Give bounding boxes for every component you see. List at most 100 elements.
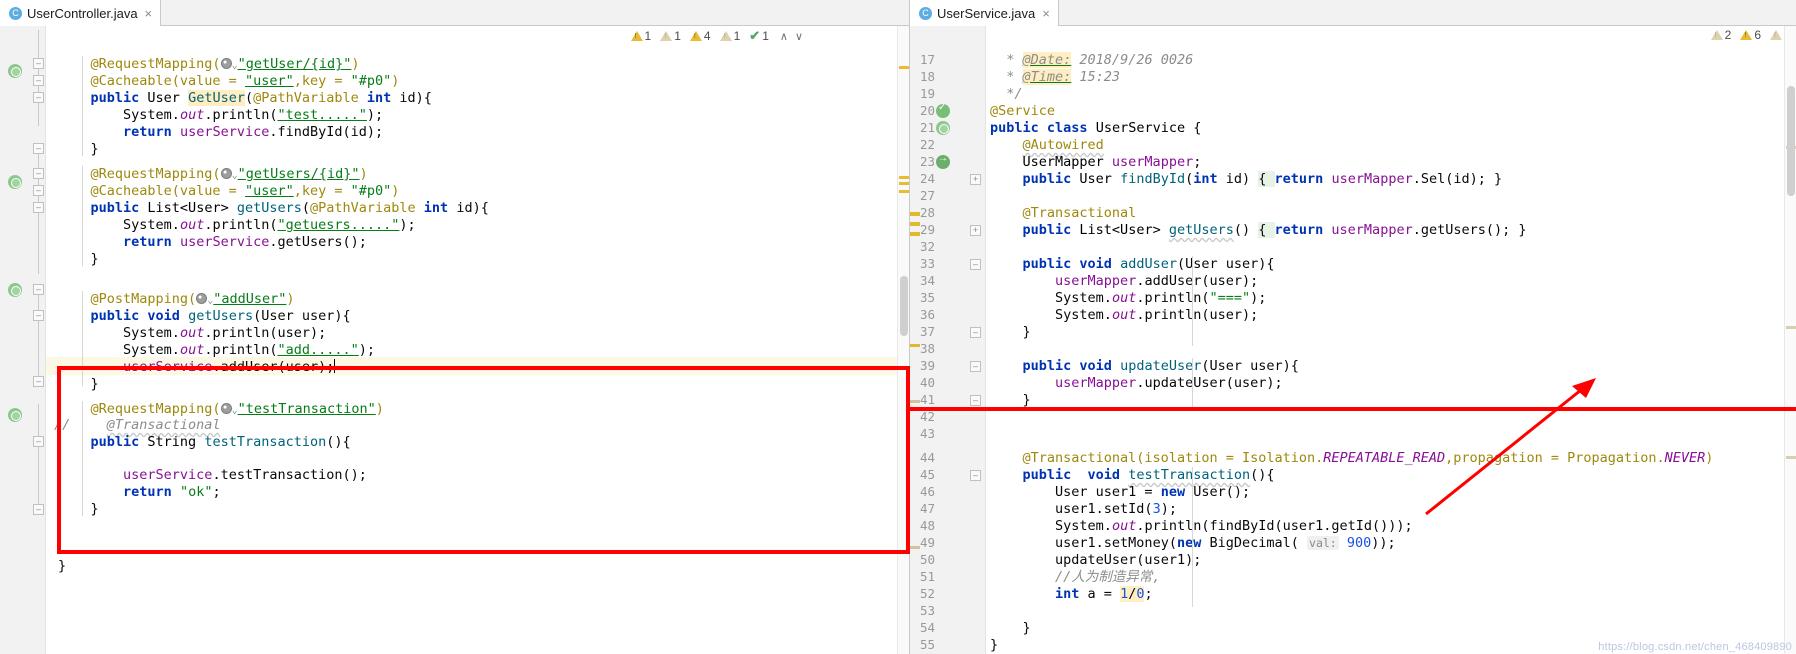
indent-guide <box>1192 467 1193 607</box>
warning-group-1[interactable]: 1 <box>630 29 651 43</box>
fold-handle[interactable]: + <box>970 225 981 236</box>
vcs-change-marker[interactable] <box>910 400 920 403</box>
warning-group-2[interactable]: 6 <box>1740 28 1761 42</box>
fold-handle[interactable]: – <box>33 75 44 86</box>
vcs-change-marker[interactable] <box>910 222 920 226</box>
web-globe-icon[interactable] <box>220 168 232 179</box>
vcs-change-marker[interactable] <box>910 546 920 549</box>
warning-group-4[interactable]: 1 <box>719 29 740 43</box>
vcs-change-marker[interactable] <box>910 212 920 216</box>
close-icon[interactable]: × <box>1040 7 1050 20</box>
inspection-ok-group[interactable]: ✔ 1 <box>749 28 769 44</box>
spring-bean-icon[interactable] <box>8 408 22 422</box>
java-class-icon: C <box>919 6 932 20</box>
line-number: 48 <box>919 518 935 533</box>
navigate-icon[interactable] <box>936 153 950 169</box>
fold-handle[interactable]: – <box>33 168 44 179</box>
code-token: @RequestMapping( <box>90 166 221 182</box>
spring-bean-icon[interactable] <box>8 64 22 78</box>
fold-handle[interactable]: – <box>970 327 981 338</box>
spring-bean-icon[interactable] <box>8 283 22 297</box>
editor-pane-left: C UserController.java × 1 1 4 1 <box>0 0 910 654</box>
code-token: } <box>58 558 67 574</box>
fold-handle[interactable]: – <box>33 376 44 387</box>
line-number: 17 <box>919 52 935 67</box>
prev-problem-icon[interactable]: ∧ <box>778 30 790 43</box>
code-token: userService <box>179 234 270 250</box>
warning-group-3[interactable]: 4 <box>689 29 711 43</box>
fold-handle[interactable]: – <box>33 310 44 321</box>
spring-bean-icon[interactable] <box>936 121 950 135</box>
tab-label: UserController.java <box>27 5 138 21</box>
code-token: } <box>1022 620 1031 636</box>
scrollbar-thumb[interactable] <box>1787 86 1795 196</box>
warning-group-1[interactable]: 2 <box>1710 28 1731 42</box>
code-token: () <box>1233 222 1259 238</box>
fold-handle[interactable]: – <box>33 143 44 154</box>
tab-user-service[interactable]: C UserService.java × <box>910 0 1059 26</box>
code-line: int a = 1/0; <box>1055 586 1153 603</box>
gutter-right[interactable]: 1718192021222324+272829+3233–34353637–38… <box>910 26 986 654</box>
gutter-left[interactable]: – – – – – – – – – – – – <box>0 26 46 654</box>
code-token: ) <box>1705 450 1714 466</box>
inspection-widget-left[interactable]: 1 1 4 1 ✔ 1 ∧ ∨ <box>630 28 805 44</box>
error-stripe-left[interactable] <box>897 26 909 654</box>
fold-handle[interactable]: – <box>33 202 44 213</box>
code-content-right[interactable]: * @Date: 2018/9/26 0026 * @Time: 15:23 */@… <box>986 26 1796 654</box>
code-token: public <box>1022 358 1080 374</box>
fold-handle[interactable]: – <box>970 361 981 372</box>
inspection-widget-right[interactable]: 2 6 <box>1710 28 1788 42</box>
code-token: User(); <box>1193 484 1251 500</box>
code-content-left[interactable]: @RequestMapping(⌄"getUser/{id}") @Cacheab… <box>46 26 909 654</box>
fold-handle[interactable]: – <box>33 92 44 103</box>
line-number: 53 <box>919 603 935 618</box>
spring-bean-icon[interactable] <box>8 175 22 189</box>
warning-group-2[interactable]: 1 <box>660 29 681 43</box>
spring-bean-icon[interactable] <box>936 102 950 118</box>
indent-guide <box>82 166 83 266</box>
fold-handle[interactable]: – <box>33 504 44 515</box>
scrollbar-thumb[interactable] <box>900 276 908 336</box>
error-stripe-right[interactable] <box>1784 26 1796 654</box>
code-line: public User findById(int id) { return us… <box>1023 171 1502 188</box>
code-line: //人为制造异常, <box>1055 569 1160 586</box>
code-token: @PathVariable <box>310 200 424 216</box>
next-problem-icon[interactable]: ∨ <box>793 30 805 43</box>
close-icon[interactable]: × <box>143 7 153 20</box>
code-token: @Transactional(isolation = Isolation. <box>1022 450 1324 466</box>
fold-handle[interactable]: – <box>33 58 44 69</box>
code-token: "getUsers/{id}" <box>237 166 360 182</box>
warning-icon <box>689 31 702 41</box>
fold-handle[interactable]: + <box>970 174 981 185</box>
code-token: out <box>1111 307 1137 323</box>
fold-handle[interactable]: – <box>970 395 981 406</box>
code-token: class <box>1046 120 1096 136</box>
check-icon: ✔ <box>749 28 761 43</box>
code-line: public void updateUser(User user){ <box>1023 358 1299 375</box>
vcs-change-marker[interactable] <box>910 344 920 347</box>
web-globe-icon[interactable] <box>196 293 208 304</box>
code-line: @PostMapping(⌄"addUser") <box>91 291 295 309</box>
code-line: @RequestMapping(⌄"getUsers/{id}") <box>91 166 368 184</box>
fold-handle[interactable]: – <box>33 284 44 295</box>
code-token: getUsers <box>1168 222 1234 238</box>
code-token: @Transactional <box>1022 205 1137 221</box>
code-line: } <box>91 376 99 393</box>
code-token: } <box>90 141 99 157</box>
vcs-change-marker[interactable] <box>910 232 920 236</box>
code-token: { <box>1258 171 1275 187</box>
fold-handle[interactable]: – <box>33 185 44 196</box>
code-line: @Transactional(isolation = Isolation.REP… <box>1023 450 1714 467</box>
code-token: (){ <box>1250 467 1275 483</box>
web-globe-icon[interactable] <box>220 58 232 69</box>
code-token: userMapper <box>1331 222 1413 238</box>
code-token: public <box>90 90 148 106</box>
tab-user-controller[interactable]: C UserController.java × <box>0 0 162 26</box>
warning-group-3[interactable] <box>1770 30 1782 40</box>
fold-handle[interactable]: – <box>970 470 981 481</box>
fold-handle[interactable]: – <box>33 436 44 447</box>
indent-guide <box>82 401 83 516</box>
code-token: int <box>366 90 400 106</box>
fold-handle[interactable]: – <box>970 259 981 270</box>
web-globe-icon[interactable] <box>220 403 232 414</box>
